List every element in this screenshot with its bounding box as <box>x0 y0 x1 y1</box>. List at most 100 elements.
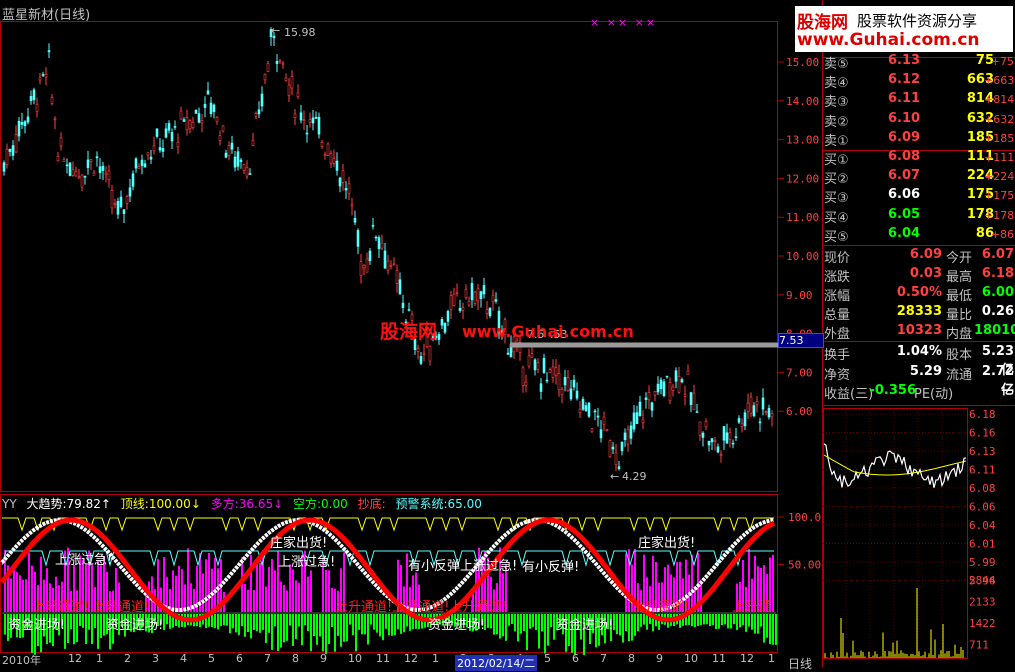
order-book-row[interactable]: 卖③ 6.11 814 +814 <box>824 90 1015 111</box>
volume-label: 2844 <box>969 574 996 587</box>
stat-v1: 5.29 <box>909 363 942 379</box>
watermark-cn: 股海网 <box>380 321 438 343</box>
time-axis-label: 9 <box>656 652 663 665</box>
intraday-price-label: 6.04 <box>969 519 996 532</box>
order-book-row[interactable]: 卖② 6.10 632 +632 <box>824 110 1015 130</box>
order-chg: +632 <box>984 112 1015 126</box>
warn-value: 预警系统:65.00 <box>395 497 482 511</box>
time-axis-label: 8 <box>292 652 299 665</box>
signal-label: 上涨过急! <box>278 555 336 570</box>
stat-v2: 6.00 <box>981 285 1014 300</box>
order-price: 6.07 <box>888 168 921 184</box>
order-price: 6.10 <box>888 110 921 126</box>
stat-l1: 涨幅 <box>824 289 851 304</box>
order-label: 卖④ <box>824 76 849 92</box>
signal-label: 上升通道! <box>92 600 150 615</box>
order-chg: +663 <box>984 74 1015 88</box>
period-label[interactable]: 日线 <box>788 655 812 672</box>
intraday-price-label: 6.01 <box>969 538 996 551</box>
stat-l2: 今开 <box>946 251 973 266</box>
signal-label: 上升通 <box>732 600 772 615</box>
signal-label: 资金进场! <box>556 618 614 633</box>
order-chg: +86 <box>990 227 1014 241</box>
signal-label: 上涨过急! <box>55 553 113 568</box>
time-axis-label: 2 <box>124 652 131 665</box>
order-book-row[interactable]: 买② 6.07 224 +224 <box>824 167 1015 188</box>
order-chg: +111 <box>984 151 1015 164</box>
stat-v1: 28333 <box>896 304 942 319</box>
order-label: 卖② <box>824 114 849 130</box>
stats-row: 总量 28333 量比 0.26 <box>824 303 1014 323</box>
stat-v2: 6.18 <box>981 266 1014 281</box>
indicator-name[interactable]: YY <box>2 497 17 511</box>
signal-label: 上升通道!上升通道!上升通道! <box>335 600 507 615</box>
bottom-value: 抄底: <box>357 497 386 511</box>
stat-l1: 总量 <box>824 308 851 323</box>
time-axis-label: 6 <box>236 652 243 665</box>
time-axis-label: 4 <box>180 652 187 665</box>
stat-l2: 最高 <box>946 270 973 285</box>
stats-row: 外盘 10323 内盘 18010 <box>824 322 1015 342</box>
time-axis-label: 12 <box>740 652 754 665</box>
order-book-row[interactable]: 买① 6.08 111 +111 <box>824 148 1015 168</box>
signal-marks: × ×× ×× <box>590 16 658 29</box>
order-book-row[interactable]: 买④ 6.05 178 +178 <box>824 206 1015 226</box>
signal-label: 有小反弹! <box>522 560 580 575</box>
order-price: 6.12 <box>888 72 921 88</box>
intraday-price-label: 6.18 <box>969 408 996 421</box>
volume-label: 2133 <box>969 596 996 609</box>
order-book-row[interactable]: 卖① 6.09 185 +185 <box>824 129 1015 149</box>
order-chg: +185 <box>984 131 1015 145</box>
order-label: 买③ <box>824 191 849 207</box>
time-axis-label: 1 <box>768 652 775 665</box>
order-label: 买① <box>824 153 849 168</box>
order-price: 6.13 <box>888 53 921 68</box>
stat-l1: 换手 <box>824 348 851 363</box>
stat-v1: -0.356 <box>869 383 916 398</box>
time-axis-label: 8 <box>628 652 635 665</box>
intraday-frame <box>823 408 968 659</box>
stats-row: 涨幅 0.50% 最低 6.00 <box>824 284 1014 304</box>
intraday-price-label: 6.16 <box>969 427 996 440</box>
order-price: 6.05 <box>888 206 921 222</box>
signal-label: 资金进场! <box>428 618 486 633</box>
order-book-row[interactable]: 卖⑤ 6.13 75 +75 <box>824 52 1014 72</box>
bull-value: 多方:36.65↓ <box>210 497 284 511</box>
order-chg: +814 <box>984 93 1015 107</box>
order-label: 买② <box>824 172 849 188</box>
order-chg: +224 <box>984 170 1015 184</box>
bear-value: 空方:0.00 <box>292 497 348 511</box>
top-value: 顶线:100.00↓ <box>120 497 201 511</box>
time-axis-label: 7 <box>600 652 607 665</box>
order-book-row[interactable]: 卖④ 6.12 663 +663 <box>824 71 1015 92</box>
stat-l2: PE(动) <box>914 387 954 402</box>
intraday-price-label: 6.08 <box>969 482 996 495</box>
order-label: 卖① <box>824 133 849 149</box>
time-axis-label: 5 <box>208 652 215 665</box>
time-axis-label: 11 <box>376 652 390 665</box>
stat-l1: 涨跌 <box>824 270 851 285</box>
intraday-price-label: 6.13 <box>969 445 996 458</box>
time-axis: 2010年121234567891011121234567891011121 <box>0 652 778 667</box>
stat-l2: 内盘 <box>946 327 973 342</box>
time-axis-label: 1 <box>96 652 103 665</box>
intraday-axis: 6.186.166.136.116.086.066.046.015.995.96… <box>823 408 996 659</box>
order-label: 卖③ <box>824 95 849 111</box>
order-book-row[interactable]: 买⑤ 6.04 86 +86 <box>824 225 1014 245</box>
intraday-price-label: 5.99 <box>969 556 996 569</box>
order-chg: +178 <box>984 208 1015 222</box>
time-axis-label: 12 <box>404 652 418 665</box>
stat-l2: 量比 <box>946 308 973 323</box>
signal-label: 庄家出货! <box>270 536 328 551</box>
order-price: 6.06 <box>888 187 921 203</box>
order-book-row[interactable]: 买③ 6.06 175 +175 <box>824 186 1014 207</box>
signal-label: 庄家出货! <box>638 536 696 551</box>
stat-l1: 外盘 <box>824 327 851 342</box>
site-logo: 股海网 股票软件资源分享 www.Guhai.com.cn <box>795 6 1013 52</box>
order-label: 买⑤ <box>824 229 849 245</box>
order-chg: +75 <box>990 55 1014 68</box>
time-axis-label: 7 <box>264 652 271 665</box>
logo-url: www.Guhai.com.cn <box>797 30 980 50</box>
stat-v2: — <box>1001 383 1014 398</box>
signal-label: 资金进场! <box>8 618 66 633</box>
